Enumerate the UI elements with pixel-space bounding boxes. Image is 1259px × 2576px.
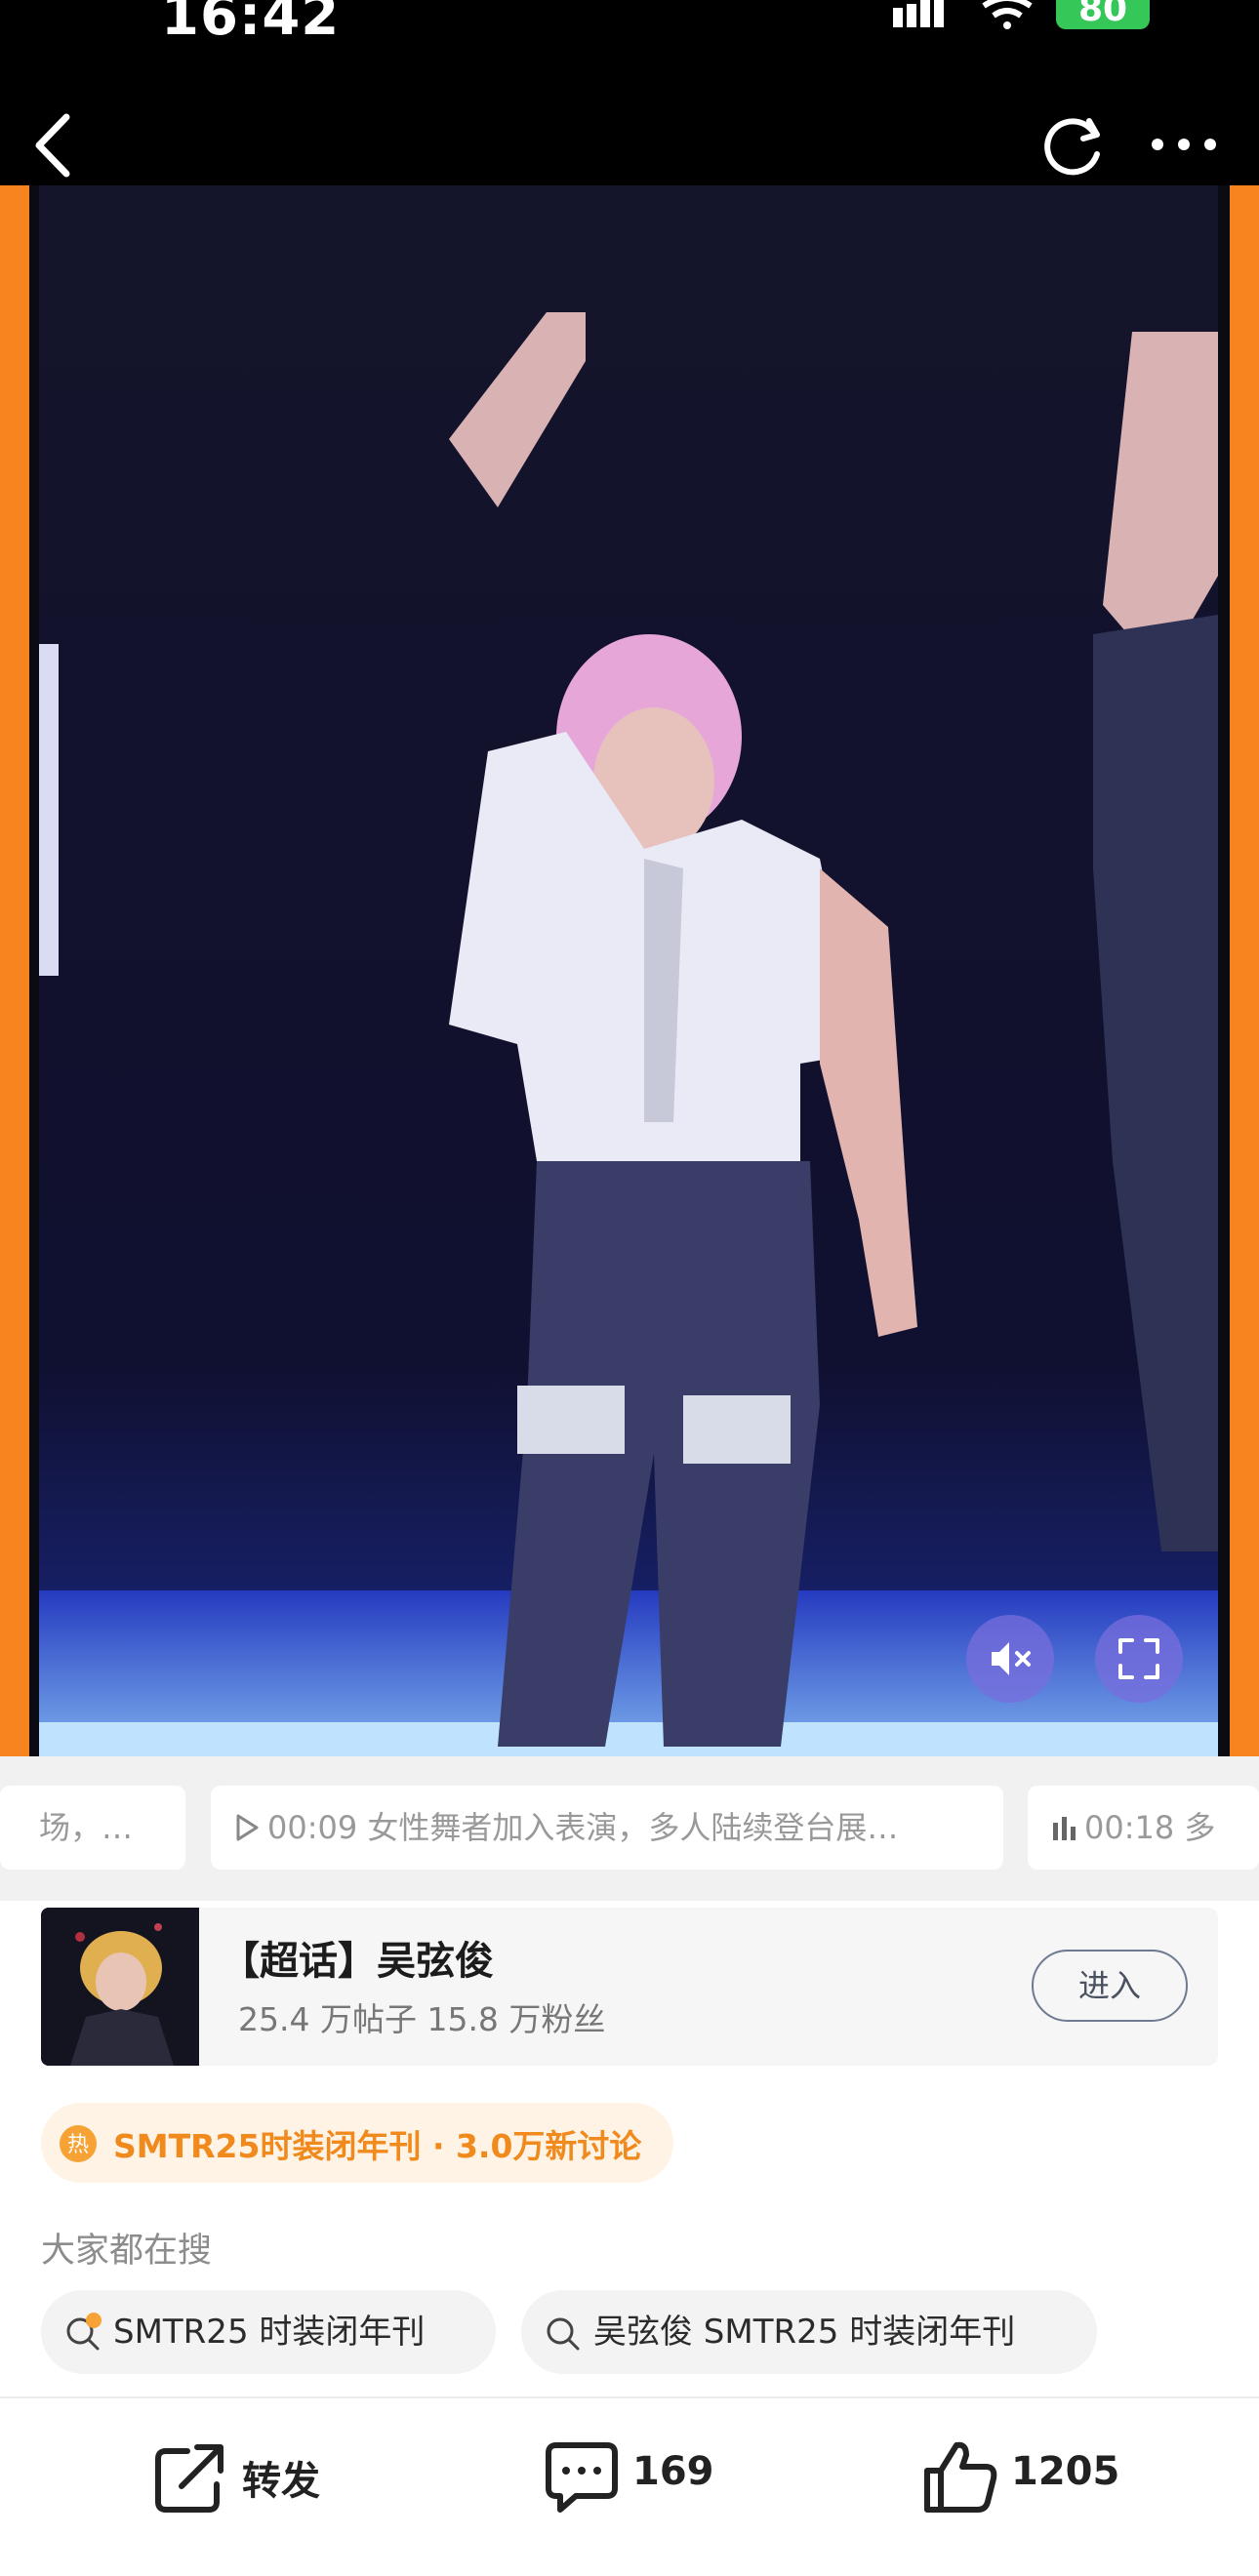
- super-topic-card[interactable]: 【超话】吴弦俊 25.4 万帖子 15.8 万粉丝 进入: [41, 1908, 1218, 2066]
- back-icon[interactable]: [29, 109, 78, 181]
- search-chip-2[interactable]: 吴弦俊 SMTR25 时装闭年刊: [521, 2290, 1097, 2374]
- more-icon[interactable]: [1148, 135, 1220, 154]
- chapter-item-prev[interactable]: 场，…: [0, 1786, 185, 1870]
- hot-topic-tag[interactable]: 热 SMTR25时装闭年刊 · 3.0万新讨论: [41, 2103, 673, 2183]
- topic-avatar: [41, 1908, 199, 2066]
- comment-count: 169: [632, 2449, 714, 2494]
- chapter-item-current[interactable]: 00:09 女性舞者加入表演，多人陆续登台展…: [211, 1786, 1003, 1870]
- like-button[interactable]: 1205: [921, 2437, 1175, 2516]
- video-player[interactable]: [29, 185, 1230, 1756]
- status-time: 16:42: [161, 0, 341, 48]
- search-chip-1[interactable]: SMTR25 时装闭年刊: [41, 2290, 496, 2374]
- fullscreen-icon: [1118, 1638, 1159, 1679]
- chapter-label: 场，…: [39, 1809, 134, 1846]
- svg-text:热: 热: [67, 2133, 89, 2157]
- video-frame-image: [39, 185, 1218, 1756]
- mute-icon: [992, 1642, 1031, 1675]
- refresh-icon[interactable]: [1040, 113, 1107, 180]
- bottom-action-bar: 转发 169 1205: [0, 2396, 1259, 2576]
- comment-button[interactable]: 169: [543, 2437, 738, 2516]
- top-bar: 16:42 80: [0, 0, 1259, 185]
- comment-icon: [546, 2442, 618, 2513]
- share-button[interactable]: 转发: [152, 2437, 347, 2516]
- chapter-strip: 场，… 00:09 女性舞者加入表演，多人陆续登台展… 00:18 多: [0, 1756, 1259, 1901]
- search-icon: [547, 2317, 580, 2351]
- hot-tag-text: SMTR25时装闭年刊 · 3.0万新讨论: [113, 2127, 642, 2165]
- topic-stats: 25.4 万帖子 15.8 万粉丝: [238, 2000, 606, 2038]
- battery-indicator: 80: [1056, 0, 1150, 29]
- hot-search-icon: [66, 2313, 102, 2351]
- fullscreen-button[interactable]: [1095, 1615, 1183, 1703]
- thumbs-up-icon: [924, 2441, 997, 2513]
- hot-icon: 热: [60, 2125, 97, 2162]
- search-chip-label: 吴弦俊 SMTR25 时装闭年刊: [593, 2313, 1016, 2352]
- chapter-item-next[interactable]: 00:18 多: [1028, 1786, 1259, 1870]
- signal-icon: [893, 0, 944, 27]
- topic-avatar-image: [41, 1908, 199, 2066]
- topic-title: 【超话】吴弦俊: [221, 1939, 494, 1984]
- search-chip-label: SMTR25 时装闭年刊: [113, 2313, 426, 2352]
- share-icon: [155, 2444, 223, 2513]
- mute-button[interactable]: [966, 1615, 1054, 1703]
- audio-bars-icon: [1053, 1817, 1076, 1840]
- share-label: 转发: [242, 2459, 320, 2504]
- chapter-label: 00:09 女性舞者加入表演，多人陆续登台展…: [267, 1809, 899, 1846]
- wifi-icon: [982, 0, 1033, 29]
- like-count: 1205: [1011, 2449, 1120, 2494]
- play-icon: [236, 1814, 259, 1841]
- enter-button[interactable]: 进入: [1032, 1950, 1188, 2022]
- chapter-label: 00:18 多: [1084, 1809, 1216, 1846]
- search-heading: 大家都在搜: [41, 2232, 213, 2271]
